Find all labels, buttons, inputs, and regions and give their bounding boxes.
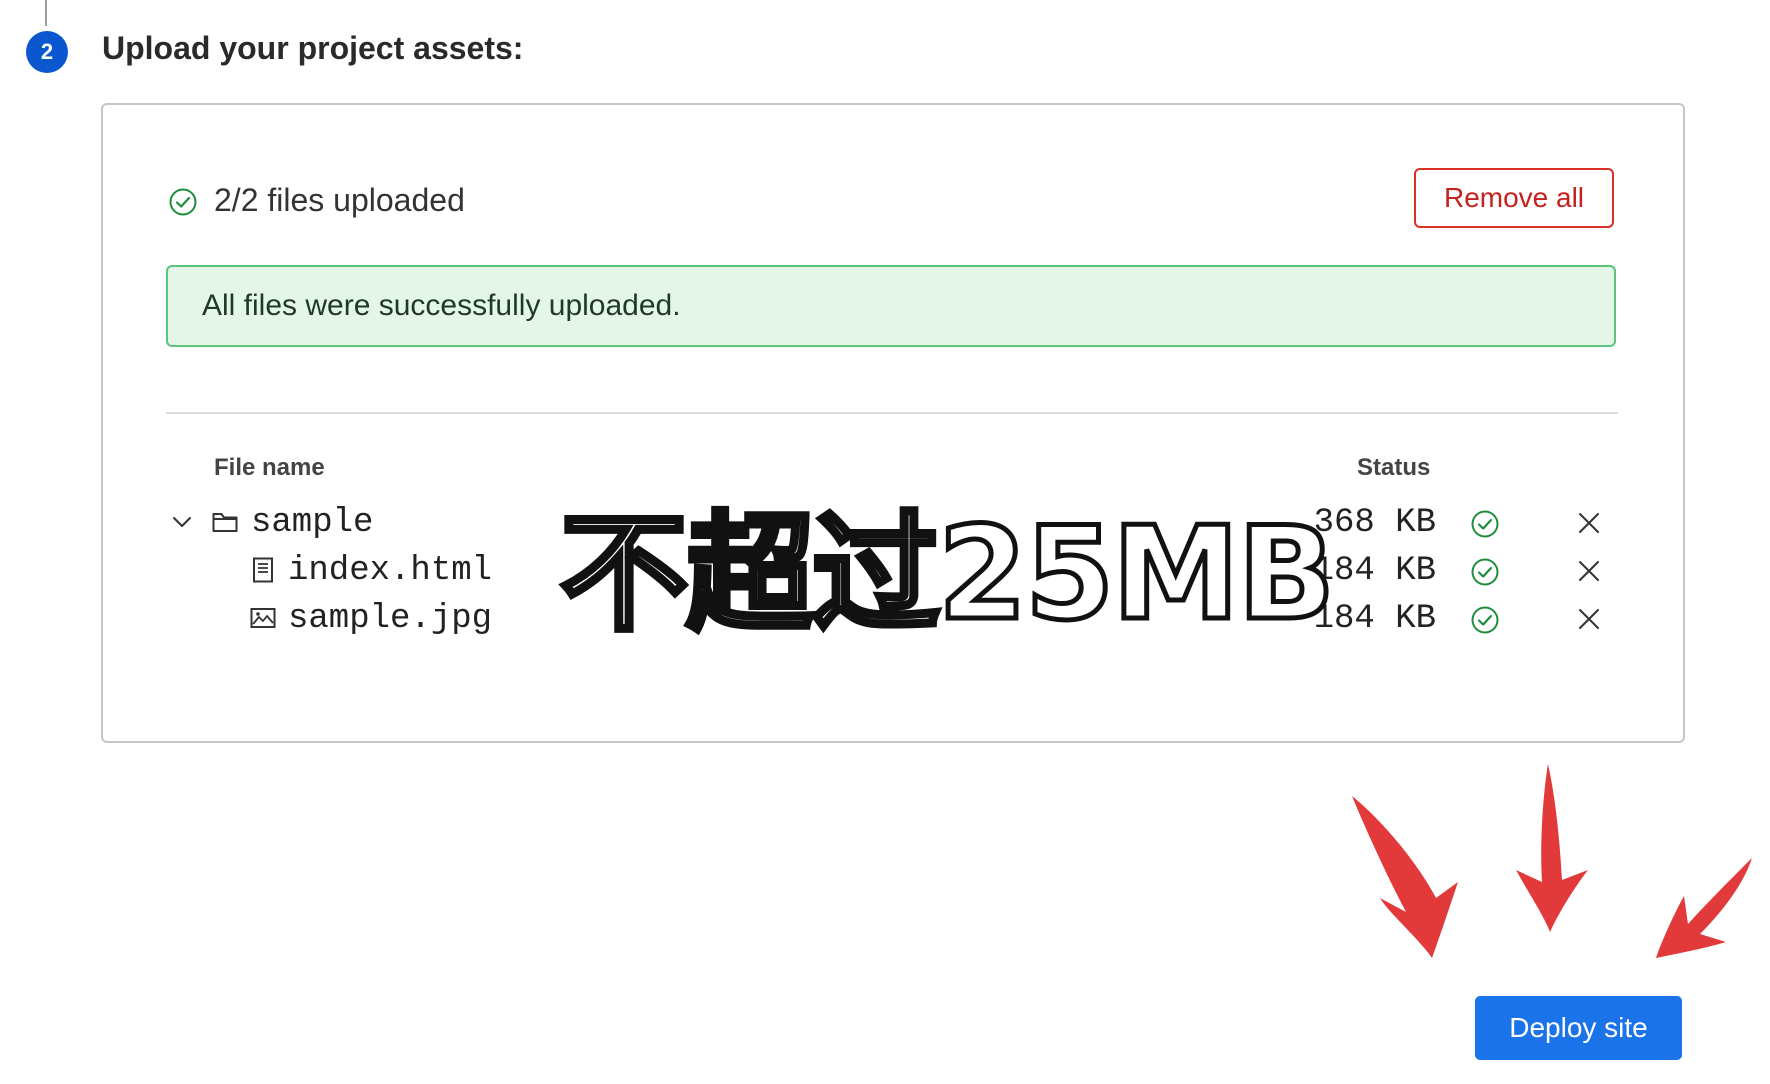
status-success-icon: [1471, 558, 1499, 586]
check-circle-icon: [169, 188, 197, 216]
upload-summary: 2/2 files uploaded: [214, 182, 465, 218]
step-title: Upload your project assets:: [102, 30, 524, 66]
document-icon: [253, 557, 273, 583]
file-name: sample: [251, 504, 374, 542]
red-arrow-icon: [1352, 796, 1458, 958]
file-name: sample.jpg: [288, 600, 493, 638]
deploy-site-button[interactable]: Deploy site: [1475, 996, 1682, 1060]
column-header-status: Status: [1357, 454, 1431, 481]
folder-icon: [212, 513, 238, 532]
column-header-file-name: File name: [214, 454, 325, 481]
remove-file-icon[interactable]: [1576, 606, 1602, 632]
overlay-caption: 不超过25MB: [557, 498, 1337, 652]
success-message: All files were successfully uploaded.: [202, 289, 681, 322]
red-arrow-icon: [1516, 764, 1588, 932]
step-number-badge: 2: [26, 31, 68, 73]
divider: [166, 412, 1618, 414]
chevron-down-icon[interactable]: [170, 510, 194, 534]
status-success-icon: [1471, 606, 1499, 634]
success-alert: All files were successfully uploaded.: [166, 265, 1616, 347]
image-icon: [250, 608, 276, 628]
step-connector-line: [45, 0, 47, 26]
file-name: index.html: [288, 552, 493, 590]
remove-file-icon[interactable]: [1576, 510, 1602, 536]
red-arrow-icon: [1656, 858, 1752, 958]
remove-all-button[interactable]: Remove all: [1414, 168, 1614, 228]
remove-file-icon[interactable]: [1576, 558, 1602, 584]
status-success-icon: [1471, 510, 1499, 538]
